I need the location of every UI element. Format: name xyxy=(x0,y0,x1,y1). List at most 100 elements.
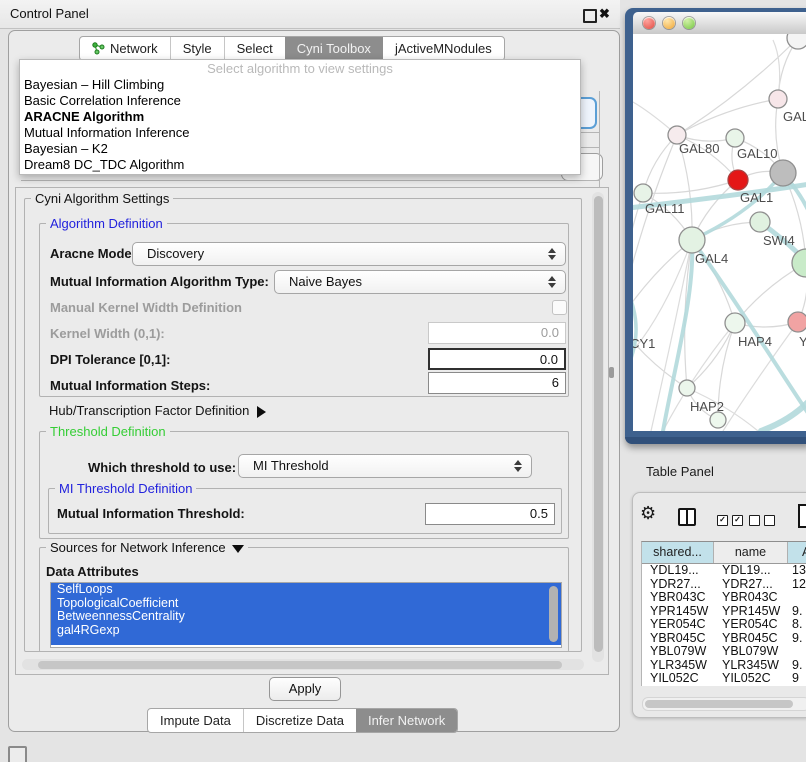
table-panel-window: ⚙ ✓ ✓ shared...nameA YDL19...YDL19...13Y… xyxy=(632,492,806,718)
zoom-traffic-light-icon[interactable] xyxy=(683,17,695,29)
algorithm-option-bayesian-hill-climbing[interactable]: Bayesian – Hill Climbing xyxy=(20,77,580,93)
node-GAL10[interactable] xyxy=(726,129,744,147)
close-icon[interactable]: ✖ xyxy=(599,6,610,22)
attribute-item-selfloops[interactable]: SelfLoops xyxy=(51,583,561,597)
node-GAL1-label: GAL1 xyxy=(740,190,773,205)
node-GAL4-label: GAL4 xyxy=(695,251,728,266)
algorithm-option-bayesian-k2[interactable]: Bayesian – K2 xyxy=(20,141,580,157)
unchecked-checkbox-icon[interactable] xyxy=(764,515,775,526)
table-row[interactable]: YER054CYER054C8. xyxy=(642,618,806,632)
manual-kernel-checkbox[interactable] xyxy=(552,300,567,315)
column-header-a[interactable]: A xyxy=(788,542,806,563)
tab-style[interactable]: Style xyxy=(170,37,224,60)
node-gal-partial[interactable] xyxy=(769,90,787,108)
tab-label: Infer Network xyxy=(368,713,445,728)
node-Y-partial-label: Y xyxy=(799,334,806,349)
mi-threshold-label: Mutual Information Threshold: xyxy=(57,506,245,521)
table-row[interactable]: YDL19...YDL19...13 xyxy=(642,564,806,578)
list-scrollbar[interactable] xyxy=(549,586,558,642)
checked-checkbox-icon[interactable]: ✓ xyxy=(717,515,728,526)
table-row[interactable]: YLR345WYLR345W9. xyxy=(642,659,806,673)
which-threshold-select[interactable]: MI Threshold xyxy=(238,454,532,478)
algorithm-option-mutual-information-inference[interactable]: Mutual Information Inference xyxy=(20,125,580,141)
dpi-tolerance-field[interactable]: 0.0 xyxy=(428,348,566,370)
kernel-width-field[interactable]: 0.0 xyxy=(428,322,566,344)
table-row[interactable]: YDR27...YDR27...12 xyxy=(642,578,806,592)
tab-network[interactable]: Network xyxy=(80,37,170,60)
node-GAL11[interactable] xyxy=(634,184,652,202)
algorithm-option-aracne-algorithm[interactable]: ARACNE Algorithm xyxy=(20,109,580,125)
split-column-icon[interactable] xyxy=(678,508,696,526)
node-SWI4[interactable] xyxy=(750,212,770,232)
collapsed-panel-icon[interactable] xyxy=(8,746,27,762)
node-SWI4-label: SWI4 xyxy=(763,233,795,248)
tab-discretize-data[interactable]: Discretize Data xyxy=(243,709,356,732)
gear-icon[interactable]: ⚙ xyxy=(640,504,656,522)
attribute-item-betweennesscentrality[interactable]: BetweennessCentrality xyxy=(51,610,561,624)
window-frame-edge xyxy=(625,437,806,444)
vertical-scrollbar[interactable] xyxy=(592,192,604,662)
sources-expander[interactable]: Sources for Network Inference xyxy=(46,540,248,555)
node-partial-bottom[interactable] xyxy=(710,412,726,428)
mi-type-select[interactable]: Naive Bayes xyxy=(274,270,566,294)
aracne-mode-select[interactable]: Discovery xyxy=(132,242,566,266)
close-traffic-light-icon[interactable] xyxy=(643,17,655,29)
node-big-green[interactable] xyxy=(792,249,806,277)
unchecked-checkbox-icon[interactable] xyxy=(749,515,760,526)
tab-impute-data[interactable]: Impute Data xyxy=(148,709,243,732)
attribute-item-partial[interactable] xyxy=(51,637,561,645)
manual-kernel-label: Manual Kernel Width Definition xyxy=(50,300,242,315)
column-header-shared-[interactable]: shared... xyxy=(642,542,714,563)
checked-checkbox-icon[interactable]: ✓ xyxy=(732,515,743,526)
tab-select[interactable]: Select xyxy=(224,37,285,60)
group-border-fragment xyxy=(579,132,600,133)
node-gray[interactable] xyxy=(770,160,796,186)
data-attributes-list: SelfLoopsTopologicalCoefficientBetweenne… xyxy=(50,582,562,648)
group-title: Cyni Algorithm Settings xyxy=(31,191,173,206)
tab-infer-network[interactable]: Infer Network xyxy=(356,709,457,732)
node-GAL1[interactable] xyxy=(728,170,748,190)
chevron-updown-icon xyxy=(514,460,522,472)
mi-threshold-field[interactable]: 0.5 xyxy=(425,503,555,525)
table-cell: YBL079W xyxy=(642,645,714,659)
tab-jactivemnodules[interactable]: jActiveMNodules xyxy=(383,37,504,60)
table-cell: 9. xyxy=(788,659,806,673)
mi-steps-field[interactable]: 6 xyxy=(428,372,566,394)
tab-cyni-toolbox[interactable]: Cyni Toolbox xyxy=(285,37,383,60)
table-row[interactable]: YBR045CYBR045C9. xyxy=(642,632,806,646)
algorithm-option-basic-correlation-inference[interactable]: Basic Correlation Inference xyxy=(20,93,580,109)
hub-definition-expander[interactable]: Hub/Transcription Factor Definition xyxy=(49,403,266,418)
splitter-grip[interactable] xyxy=(609,367,614,378)
table-row[interactable]: YBL079WYBL079W xyxy=(642,645,806,659)
network-edge xyxy=(643,135,677,193)
table-cell: 9. xyxy=(788,605,806,619)
table-row[interactable]: YBR043CYBR043C xyxy=(642,591,806,605)
node-GAL4[interactable] xyxy=(679,227,705,253)
minimize-traffic-light-icon[interactable] xyxy=(663,17,675,29)
table-horizontal-scrollbar[interactable] xyxy=(642,697,806,711)
attribute-item-gal4rgexp[interactable]: gal4RGexp xyxy=(51,624,561,638)
table-cell: YDL19... xyxy=(714,564,788,578)
network-window-titlebar[interactable] xyxy=(633,12,806,34)
table-cell: YBR045C xyxy=(642,632,714,646)
table-cell: 9 xyxy=(788,672,806,686)
group-border-fragment xyxy=(579,147,600,148)
node-HAP2-label: HAP2 xyxy=(690,399,724,414)
network-window: GALGAL80GAL10GAL1GAL11GAL4SWI4HAP4YGCY1H… xyxy=(625,8,806,444)
page-icon[interactable] xyxy=(798,504,806,528)
network-canvas[interactable]: GALGAL80GAL10GAL1GAL11GAL4SWI4HAP4YGCY1H… xyxy=(633,34,806,431)
table-row[interactable]: YIL052CYIL052C9 xyxy=(642,672,806,686)
column-header-name[interactable]: name xyxy=(714,542,788,563)
float-window-icon[interactable] xyxy=(583,9,597,23)
node-HAP4[interactable] xyxy=(725,313,745,333)
apply-button[interactable]: Apply xyxy=(269,677,341,701)
control-panel: NetworkStyleSelectCyni ToolboxjActiveMNo… xyxy=(8,30,620,732)
node-Y-partial[interactable] xyxy=(788,312,806,332)
table-row[interactable]: YPR145WYPR145W9. xyxy=(642,605,806,619)
node-GCY1-label: GCY1 xyxy=(633,336,655,351)
algorithm-option-dream8-dc-tdc-algorithm[interactable]: Dream8 DC_TDC Algorithm xyxy=(20,157,580,173)
node-HAP2[interactable] xyxy=(679,380,695,396)
horizontal-scrollbar[interactable] xyxy=(22,659,584,670)
attribute-item-topologicalcoefficient[interactable]: TopologicalCoefficient xyxy=(51,597,561,611)
algorithm-definition-group: Algorithm Definition Aracne Mode: Discov… xyxy=(39,223,569,397)
